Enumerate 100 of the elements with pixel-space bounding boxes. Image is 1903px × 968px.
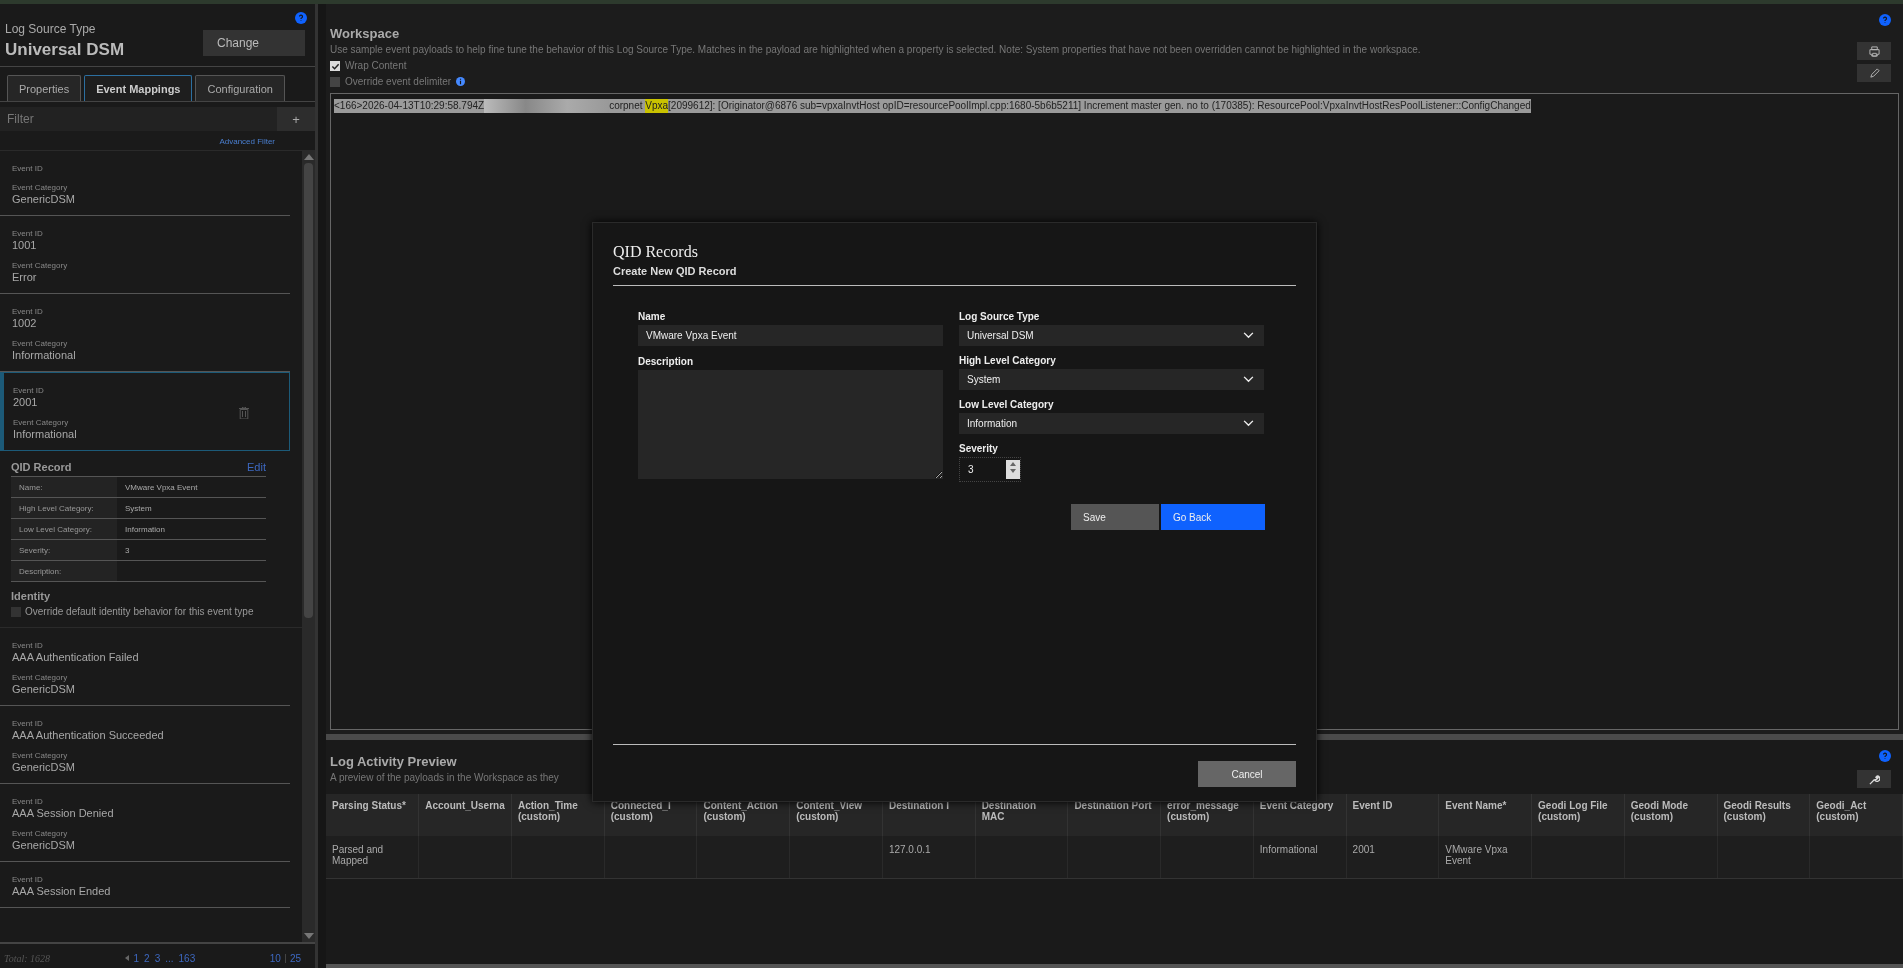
scrollbar[interactable] [302, 151, 315, 942]
event-id-value: AAA Authentication Failed [12, 651, 139, 663]
wrench-button[interactable] [1857, 770, 1891, 788]
change-button[interactable]: Change [203, 30, 305, 56]
pencil-icon [1868, 67, 1880, 79]
payload-text: corpnet [609, 99, 646, 113]
table-cell: VMware Vpxa Event [1438, 836, 1532, 879]
dropdown[interactable]: Universal DSM [959, 325, 1264, 346]
advanced-filter-link[interactable]: Advanced Filter [219, 137, 275, 146]
qid-field-label: Description: [11, 560, 117, 582]
event-id-value: AAA Authentication Succeeded [12, 729, 164, 741]
qid-field-label: Name: [11, 477, 117, 498]
column-header[interactable]: Geodi Mode (custom) [1624, 794, 1717, 836]
printer-button[interactable] [1857, 42, 1891, 60]
event-mapping-item[interactable]: Event ID AAA Authentication Succeeded Event Category GenericDSM [0, 706, 302, 784]
decrement-arrow-icon[interactable] [1010, 469, 1016, 473]
event-id-label: Event ID [12, 641, 44, 650]
event-mapping-item[interactable]: Event ID AAA Authentication Failed Event Category GenericDSM [0, 628, 302, 706]
field-label: Log Source Type [959, 311, 1041, 322]
workspace-description: Use sample event payloads to help fine tune the behavior of this Log Source Type. Matches in the payload are highlighted when a property is selected. Note: System properties that have not been overridden cannot be highlighted in the workspace. [330, 44, 1421, 55]
event-id-label: Event ID [13, 386, 45, 395]
dropdown[interactable]: System [959, 369, 1264, 390]
column-header[interactable]: Action_Time (custom) [511, 794, 605, 836]
event-id-label: Event ID [12, 307, 44, 316]
tab[interactable]: Configuration [195, 75, 285, 101]
checkbox[interactable] [330, 61, 340, 71]
qid-field-value: Information [117, 518, 266, 540]
help-icon[interactable] [1879, 750, 1891, 762]
description-field[interactable] [638, 370, 943, 479]
qid-field-value: VMware Vpxa Event [117, 477, 266, 498]
event-category-label: Event Category [12, 751, 69, 760]
preview-description: A preview of the payloads in the Workspace as they [330, 772, 559, 783]
add-button[interactable]: + [277, 107, 315, 131]
table-cell: Informational [1253, 836, 1347, 879]
column-header[interactable]: Geodi Results (custom) [1717, 794, 1810, 836]
event-mapping-item[interactable]: Event ID AAA Session Denied Event Category GenericDSM [0, 784, 302, 862]
tab[interactable]: Event Mappings [84, 75, 193, 101]
checkbox[interactable] [330, 77, 340, 87]
option-label: Wrap Content [345, 60, 407, 71]
scroll-down-icon[interactable] [303, 933, 314, 939]
name-field[interactable]: VMware Vpxa Event [638, 325, 943, 346]
severity-field[interactable]: 3 [959, 457, 1021, 482]
event-mapping-item[interactable]: Event ID 1001 Event Category Error [0, 216, 302, 294]
qid-field-value: System [117, 497, 266, 519]
chevron-down-icon [1243, 332, 1254, 339]
increment-arrow-icon[interactable] [1010, 462, 1016, 466]
field-label: Description [638, 356, 694, 367]
field-label: Low Level Category [959, 399, 1055, 410]
event-id-value: 1001 [12, 239, 38, 251]
event-category-value: GenericDSM [12, 839, 76, 851]
qid-field-label: Severity: [11, 539, 117, 561]
event-id-label: Event ID [12, 797, 44, 806]
tab[interactable]: Properties [7, 75, 82, 101]
column-header[interactable]: Geodi Log File (custom) [1531, 794, 1625, 836]
info-icon[interactable] [456, 77, 466, 86]
event-id-label: Event ID [12, 875, 44, 884]
log-source-type-title: Universal DSM [5, 40, 125, 60]
filter-field[interactable]: Filter [0, 107, 277, 131]
trash-icon[interactable] [239, 407, 249, 419]
event-id-value: AAA Session Ended [12, 885, 111, 897]
event-mapping-item[interactable]: Event ID Event Category GenericDSM [0, 151, 302, 216]
qid-field-label: Low Level Category: [11, 518, 117, 540]
previous-page-icon[interactable] [124, 955, 129, 961]
event-category-label: Event Category [12, 829, 69, 838]
column-header[interactable]: Parsing Status* [326, 794, 419, 836]
scroll-up-icon[interactable] [303, 154, 314, 160]
dialog-title: QID Records [613, 243, 699, 261]
dialog-button[interactable]: Go Back [1161, 504, 1265, 530]
event-id-label: Event ID [12, 229, 44, 238]
field-label: Name [638, 311, 667, 322]
help-icon[interactable] [1879, 14, 1891, 26]
event-category-value: Informational [12, 349, 76, 361]
event-category-label: Event Category [12, 673, 69, 682]
help-icon[interactable] [295, 12, 307, 24]
printer-icon [1868, 45, 1880, 57]
event-mapping-item[interactable]: Event ID AAA Session Ended [0, 862, 302, 908]
column-header[interactable]: Account_Userna [418, 794, 512, 836]
event-id-value: AAA Session Denied [12, 807, 114, 819]
event-category-value: GenericDSM [12, 193, 75, 205]
option-label: Override event delimiter [345, 76, 452, 87]
dialog-button[interactable]: Save [1071, 504, 1159, 530]
checkbox[interactable] [11, 607, 21, 617]
event-mapping-item[interactable]: Event ID 1002 Event Category Informational [0, 294, 302, 372]
column-header[interactable]: Event Name* [1438, 794, 1532, 836]
dropdown[interactable]: Information [959, 413, 1264, 434]
field-label: High Level Category [959, 355, 1057, 366]
identity-title: Identity [11, 590, 52, 602]
column-header[interactable]: Event ID [1346, 794, 1439, 836]
cancel-button[interactable]: Cancel [1198, 761, 1296, 787]
event-id-value: 1002 [12, 317, 38, 329]
table-cell: Parsed and Mapped [326, 836, 419, 879]
pencil-button[interactable] [1857, 64, 1891, 82]
event-id-label: Event ID [12, 719, 44, 728]
event-category-label: Event Category [12, 261, 68, 270]
preview-title: Log Activity Preview [330, 754, 458, 769]
event-id-value: 2001 [13, 396, 39, 408]
column-header[interactable]: Geodi_Act (custom) [1809, 794, 1903, 836]
payload-text: <166>2026-04-13T10:29:58.794Z [334, 99, 485, 113]
table-cell: 127.0.0.1 [882, 836, 976, 879]
qid-record-title: QID Record [11, 461, 72, 473]
